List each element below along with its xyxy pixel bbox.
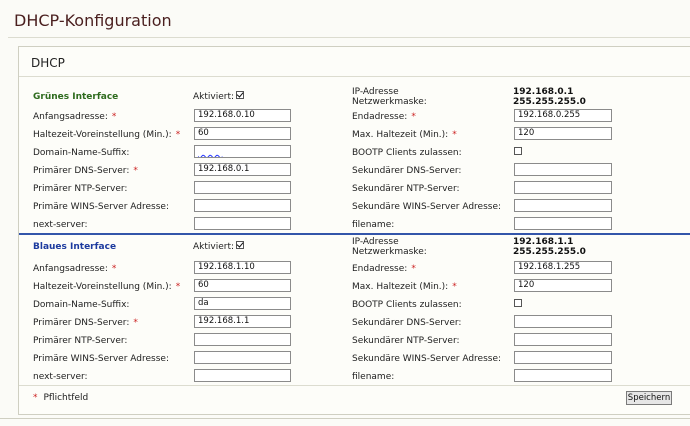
footer-divider [19,385,690,386]
green-next-server-input[interactable] [194,217,291,230]
green-dns2-label: Sekundärer DNS-Server: [352,166,462,176]
green-max-lease-input[interactable]: 120 [514,127,612,140]
green-end-label: Endadresse: * [352,112,416,122]
green-wins2-input[interactable] [514,199,612,212]
blue-wins2-label: Sekundäre WINS-Server Adresse: [352,354,502,364]
blue-netmask-label: Netzwerkmaske: [352,247,427,257]
blue-ntp2-label: Sekundärer NTP-Server: [352,336,460,346]
required-marker: * [133,318,138,328]
required-marker: * [452,130,457,140]
title-divider [8,37,690,38]
required-marker: * [411,112,416,122]
blue-max-lease-input[interactable]: 120 [514,279,612,292]
blue-default-lease-input[interactable]: 60 [194,279,291,292]
green-dns1-input[interactable]: 192.168.0.1 [194,163,291,176]
green-domain-input[interactable] [194,145,291,158]
blue-domain-input[interactable]: da [194,297,291,310]
blue-dns2-label: Sekundärer DNS-Server: [352,318,462,328]
blue-default-lease-label: Haltezeit-Voreinstellung (Min.): * [33,282,181,292]
blue-dns1-label: Primärer DNS-Server: * [33,318,138,328]
green-filename-input[interactable] [514,217,612,230]
blue-filename-input[interactable] [514,369,612,382]
blue-ip-value: 192.168.1.1 [513,237,574,247]
redacted-scribble [198,146,222,156]
green-bootp-label: BOOTP Clients zulassen: [352,148,462,158]
blue-ntp1-input[interactable] [194,333,291,346]
blue-wins1-label: Primäre WINS-Server Adresse: [33,354,169,364]
green-enabled-label: Aktiviert: [193,92,235,102]
green-default-lease-label: Haltezeit-Voreinstellung (Min.): * [33,130,181,140]
blue-wins1-input[interactable] [194,351,291,364]
blue-start-label: Anfangsadresse: * [33,264,117,274]
green-next-server-label: next-server: [33,220,88,230]
save-button[interactable]: Speichern [626,391,672,405]
panel-title-divider [19,76,690,77]
green-wins2-label: Sekundäre WINS-Server Adresse: [352,202,502,212]
blue-bootp-label: BOOTP Clients zulassen: [352,300,462,310]
page-bottom-divider [0,418,690,419]
green-ntp2-label: Sekundärer NTP-Server: [352,184,460,194]
green-enabled-checkbox[interactable] [236,91,244,99]
green-domain-label: Domain-Name-Suffix: [33,148,130,158]
blue-next-server-input[interactable] [194,369,291,382]
required-marker: * [452,282,457,292]
blue-ntp1-label: Primärer NTP-Server: [33,336,128,346]
blue-filename-label: filename: [352,372,395,382]
green-netmask-label: Netzwerkmaske: [352,97,427,107]
green-interface-heading: Grünes Interface [33,92,119,102]
blue-next-server-label: next-server: [33,372,88,382]
green-ntp1-input[interactable] [194,181,291,194]
required-marker: * [411,264,416,274]
blue-enabled-label: Aktiviert: [193,242,235,252]
green-dns1-label: Primärer DNS-Server: * [33,166,138,176]
blue-enabled-checkbox[interactable] [236,241,244,249]
required-marker: * [33,393,38,403]
green-default-lease-input[interactable]: 60 [194,127,291,140]
blue-max-lease-label: Max. Haltezeit (Min.): * [352,282,457,292]
blue-ntp2-input[interactable] [514,333,612,346]
required-note: * Pflichtfeld [33,393,89,403]
required-marker: * [175,130,181,140]
required-marker: * [175,282,181,292]
blue-bootp-checkbox[interactable] [514,299,522,307]
blue-end-label: Endadresse: * [352,264,416,274]
blue-ip-label: IP-Adresse [352,237,399,247]
blue-start-input[interactable]: 192.168.1.10 [194,261,291,274]
blue-netmask-value: 255.255.255.0 [513,247,586,257]
green-wins1-label: Primäre WINS-Server Adresse: [33,202,169,212]
green-filename-label: filename: [352,220,395,230]
page-title: DHCP-Konfiguration [14,11,172,30]
green-dns2-input[interactable] [514,163,612,176]
blue-end-input[interactable]: 192.168.1.255 [514,261,612,274]
section-divider [19,233,690,235]
required-marker: * [111,112,117,122]
green-end-input[interactable]: 192.168.0.255 [514,109,612,122]
green-ntp1-label: Primärer NTP-Server: [33,184,128,194]
blue-dns2-input[interactable] [514,315,612,328]
green-wins1-input[interactable] [194,199,291,212]
green-ip-label: IP-Adresse [352,87,399,97]
blue-interface-heading: Blaues Interface [33,242,117,252]
green-ntp2-input[interactable] [514,181,612,194]
panel-title: DHCP [31,56,65,70]
blue-dns1-input[interactable]: 192.168.1.1 [194,315,291,328]
green-netmask-value: 255.255.255.0 [513,97,586,107]
blue-wins2-input[interactable] [514,351,612,364]
blue-domain-label: Domain-Name-Suffix: [33,300,130,310]
green-bootp-checkbox[interactable] [514,147,522,155]
green-max-lease-label: Max. Haltezeit (Min.): * [352,130,457,140]
green-start-label: Anfangsadresse: * [33,112,117,122]
green-start-input[interactable]: 192.168.0.10 [194,109,291,122]
green-ip-value: 192.168.0.1 [513,87,574,97]
required-marker: * [111,264,117,274]
required-marker: * [133,166,138,176]
